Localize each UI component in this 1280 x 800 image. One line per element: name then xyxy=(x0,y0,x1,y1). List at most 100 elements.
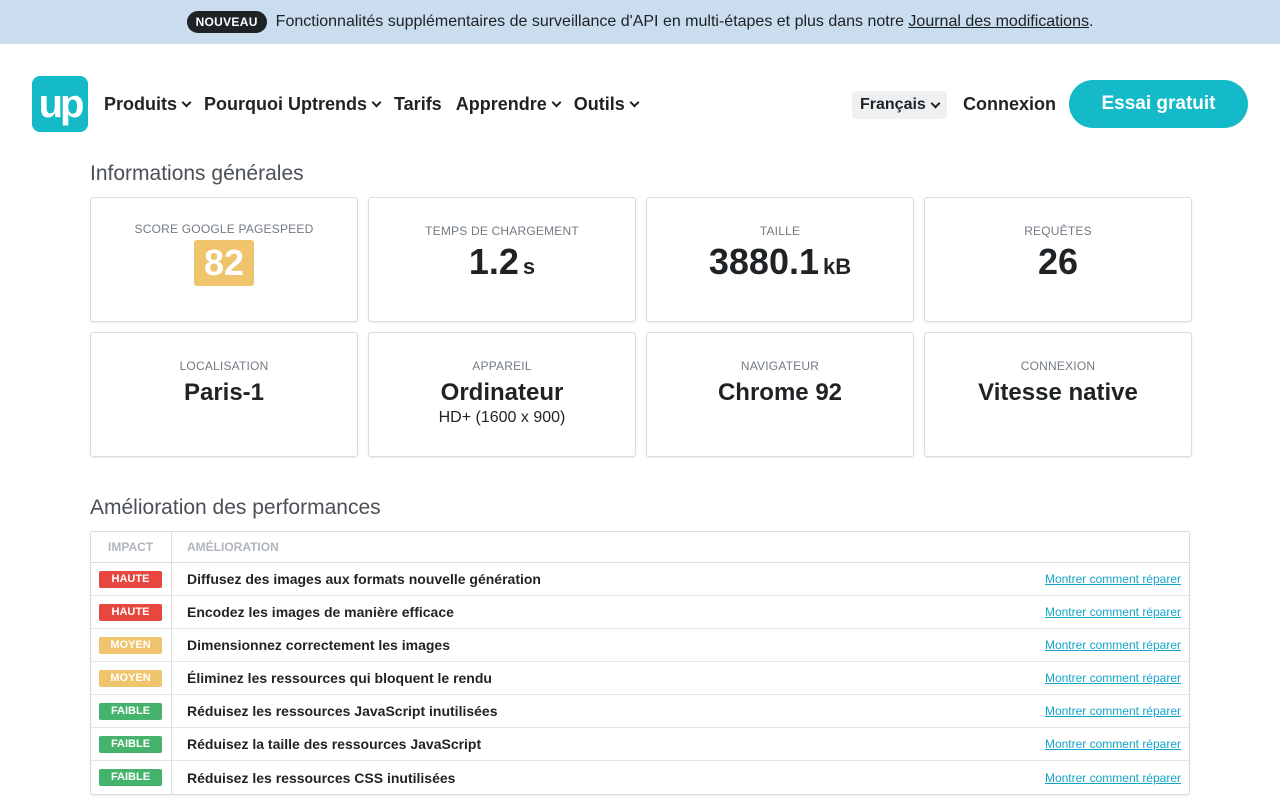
show-fix-link[interactable]: Montrer comment réparer xyxy=(1045,572,1189,586)
show-fix-link[interactable]: Montrer comment réparer xyxy=(1045,771,1189,785)
size-value: 3880.1 xyxy=(708,241,819,282)
impact-cell: FAIBLE xyxy=(91,728,172,760)
nav-item-why-uptrends[interactable]: Pourquoi Uptrends xyxy=(204,93,382,115)
new-badge: NOUVEAU xyxy=(186,11,267,33)
performance-title: Amélioration des performances xyxy=(90,496,381,519)
impact-cell: MOYEN xyxy=(91,629,172,661)
card-label: TAILLE xyxy=(759,224,801,238)
device-card: APPAREIL Ordinateur HD+ (1600 x 900) xyxy=(368,332,636,457)
browser-card: NAVIGATEUR Chrome 92 xyxy=(646,332,914,457)
nav-menu: Produits Pourquoi Uptrends Tarifs Appren… xyxy=(104,92,652,116)
improvements-table: IMPACT AMÉLIORATION HAUTE Diffusez des im… xyxy=(90,531,1190,795)
general-info-title: Informations générales xyxy=(90,162,304,185)
chevron-down-icon xyxy=(629,97,640,107)
improvement-text: Diffusez des images aux formats nouvelle… xyxy=(187,571,541,587)
pagespeed-score-badge: 82 xyxy=(194,240,254,286)
improvement-text: Réduisez les ressources CSS inutilisées xyxy=(187,769,456,786)
impact-cell: FAIBLE xyxy=(91,761,172,794)
changelog-link[interactable]: Journal des modifications xyxy=(908,13,1089,31)
free-trial-button[interactable]: Essai gratuit xyxy=(1069,80,1248,128)
language-label: Français xyxy=(860,96,926,113)
table-row: FAIBLE Réduisez les ressources JavaScript… xyxy=(91,695,1189,728)
show-fix-link[interactable]: Montrer comment réparer xyxy=(1045,671,1189,685)
main-nav: up Produits Pourquoi Uptrends Tarifs App… xyxy=(0,44,1280,164)
nav-item-pricing[interactable]: Tarifs xyxy=(394,94,442,115)
improvement-text: Encodez les images de manière efficace xyxy=(187,604,454,620)
card-value: 3880.1 kB xyxy=(647,242,913,287)
impact-badge: FAIBLE xyxy=(99,735,162,753)
chevron-down-icon xyxy=(181,97,192,107)
banner-text: Fonctionnalités supplémentaires de surve… xyxy=(275,13,909,30)
metrics-row-2: LOCALISATION Paris-1 APPAREIL Ordinateur… xyxy=(90,332,1192,457)
card-label: APPAREIL xyxy=(472,359,532,373)
improvement-text: Éliminez les ressources qui bloquent le … xyxy=(187,670,492,686)
card-value: 1.2 s xyxy=(369,242,635,287)
pagespeed-score-card: SCORE GOOGLE PAGESPEED 82 xyxy=(90,197,358,322)
show-fix-link[interactable]: Montrer comment réparer xyxy=(1045,605,1189,619)
impact-badge: FAIBLE xyxy=(99,702,162,720)
nav-item-label: Tarifs xyxy=(394,93,442,114)
table-body: HAUTE Diffusez des images aux formats nou… xyxy=(91,563,1189,794)
table-header: IMPACT AMÉLIORATION xyxy=(91,532,1189,563)
improvement-text: Réduisez les ressources JavaScript inuti… xyxy=(187,703,498,719)
card-label: NAVIGATEUR xyxy=(740,359,820,373)
table-row: MOYEN Éliminez les ressources qui bloquen… xyxy=(91,662,1189,695)
load-time-card: TEMPS DE CHARGEMENT 1.2 s xyxy=(368,197,636,322)
improvement-header: AMÉLIORATION xyxy=(187,540,279,554)
login-link[interactable]: Connexion xyxy=(963,94,1056,115)
impact-cell: HAUTE xyxy=(91,563,172,595)
language-selector[interactable]: Français xyxy=(852,91,947,119)
nav-item-label: Apprendre xyxy=(455,93,547,114)
chevron-down-icon xyxy=(371,97,382,107)
impact-header: IMPACT xyxy=(91,532,172,562)
logo-text: up xyxy=(38,81,85,126)
nav-item-label: Pourquoi Uptrends xyxy=(204,93,368,114)
nav-item-tools[interactable]: Outils xyxy=(573,93,640,115)
impact-cell: FAIBLE xyxy=(91,695,172,727)
show-fix-link[interactable]: Montrer comment réparer xyxy=(1045,704,1189,718)
chevron-down-icon xyxy=(930,98,941,108)
show-fix-link[interactable]: Montrer comment réparer xyxy=(1045,737,1189,751)
impact-cell: MOYEN xyxy=(91,662,172,694)
device-value: Ordinateur xyxy=(440,379,564,406)
device-resolution: HD+ (1600 x 900) xyxy=(438,409,566,426)
load-time-unit: s xyxy=(522,254,536,279)
impact-badge: HAUTE xyxy=(99,570,162,588)
card-label: CONNEXION xyxy=(1020,359,1096,373)
location-card: LOCALISATION Paris-1 xyxy=(90,332,358,457)
table-row: FAIBLE Réduisez la taille des ressources … xyxy=(91,728,1189,761)
nav-item-label: Produits xyxy=(104,93,178,114)
requests-card: REQUÊTES 26 xyxy=(924,197,1192,322)
impact-cell: HAUTE xyxy=(91,596,172,628)
connection-card: CONNEXION Vitesse native xyxy=(924,332,1192,457)
nav-item-learn[interactable]: Apprendre xyxy=(455,93,562,115)
banner-suffix: . xyxy=(1088,13,1094,30)
metrics-row-1: SCORE GOOGLE PAGESPEED 82 TEMPS DE CHARG… xyxy=(90,197,1192,322)
impact-badge: HAUTE xyxy=(99,603,162,621)
show-fix-link[interactable]: Montrer comment réparer xyxy=(1045,638,1189,652)
card-label: SCORE GOOGLE PAGESPEED xyxy=(134,222,314,236)
table-row: HAUTE Diffusez des images aux formats nou… xyxy=(91,563,1189,596)
size-card: TAILLE 3880.1 kB xyxy=(646,197,914,322)
table-row: FAIBLE Réduisez les ressources CSS inutil… xyxy=(91,761,1189,794)
card-label: LOCALISATION xyxy=(179,359,269,373)
impact-badge: MOYEN xyxy=(99,636,162,654)
table-row: HAUTE Encodez les images de manière effic… xyxy=(91,596,1189,629)
browser-value: Chrome 92 xyxy=(717,379,843,406)
card-label: REQUÊTES xyxy=(1024,224,1092,238)
nav-item-products[interactable]: Produits xyxy=(104,93,192,115)
nav-item-label: Outils xyxy=(573,93,625,114)
card-label: TEMPS DE CHARGEMENT xyxy=(425,224,579,238)
size-unit: kB xyxy=(822,254,852,279)
requests-value: 26 xyxy=(1037,241,1079,282)
improvement-text: Réduisez la taille des ressources JavaSc… xyxy=(187,736,482,752)
impact-badge: FAIBLE xyxy=(99,769,162,786)
connection-value: Vitesse native xyxy=(978,379,1138,406)
load-time-value: 1.2 xyxy=(468,241,519,282)
table-row: MOYEN Dimensionnez correctement les image… xyxy=(91,629,1189,662)
announcement-banner: NOUVEAU Fonctionnalités supplémentaires … xyxy=(0,0,1280,44)
uptrends-logo[interactable]: up xyxy=(32,76,88,132)
location-value: Paris-1 xyxy=(183,379,265,406)
impact-badge: MOYEN xyxy=(99,669,162,687)
improvement-text: Dimensionnez correctement les images xyxy=(187,637,450,653)
